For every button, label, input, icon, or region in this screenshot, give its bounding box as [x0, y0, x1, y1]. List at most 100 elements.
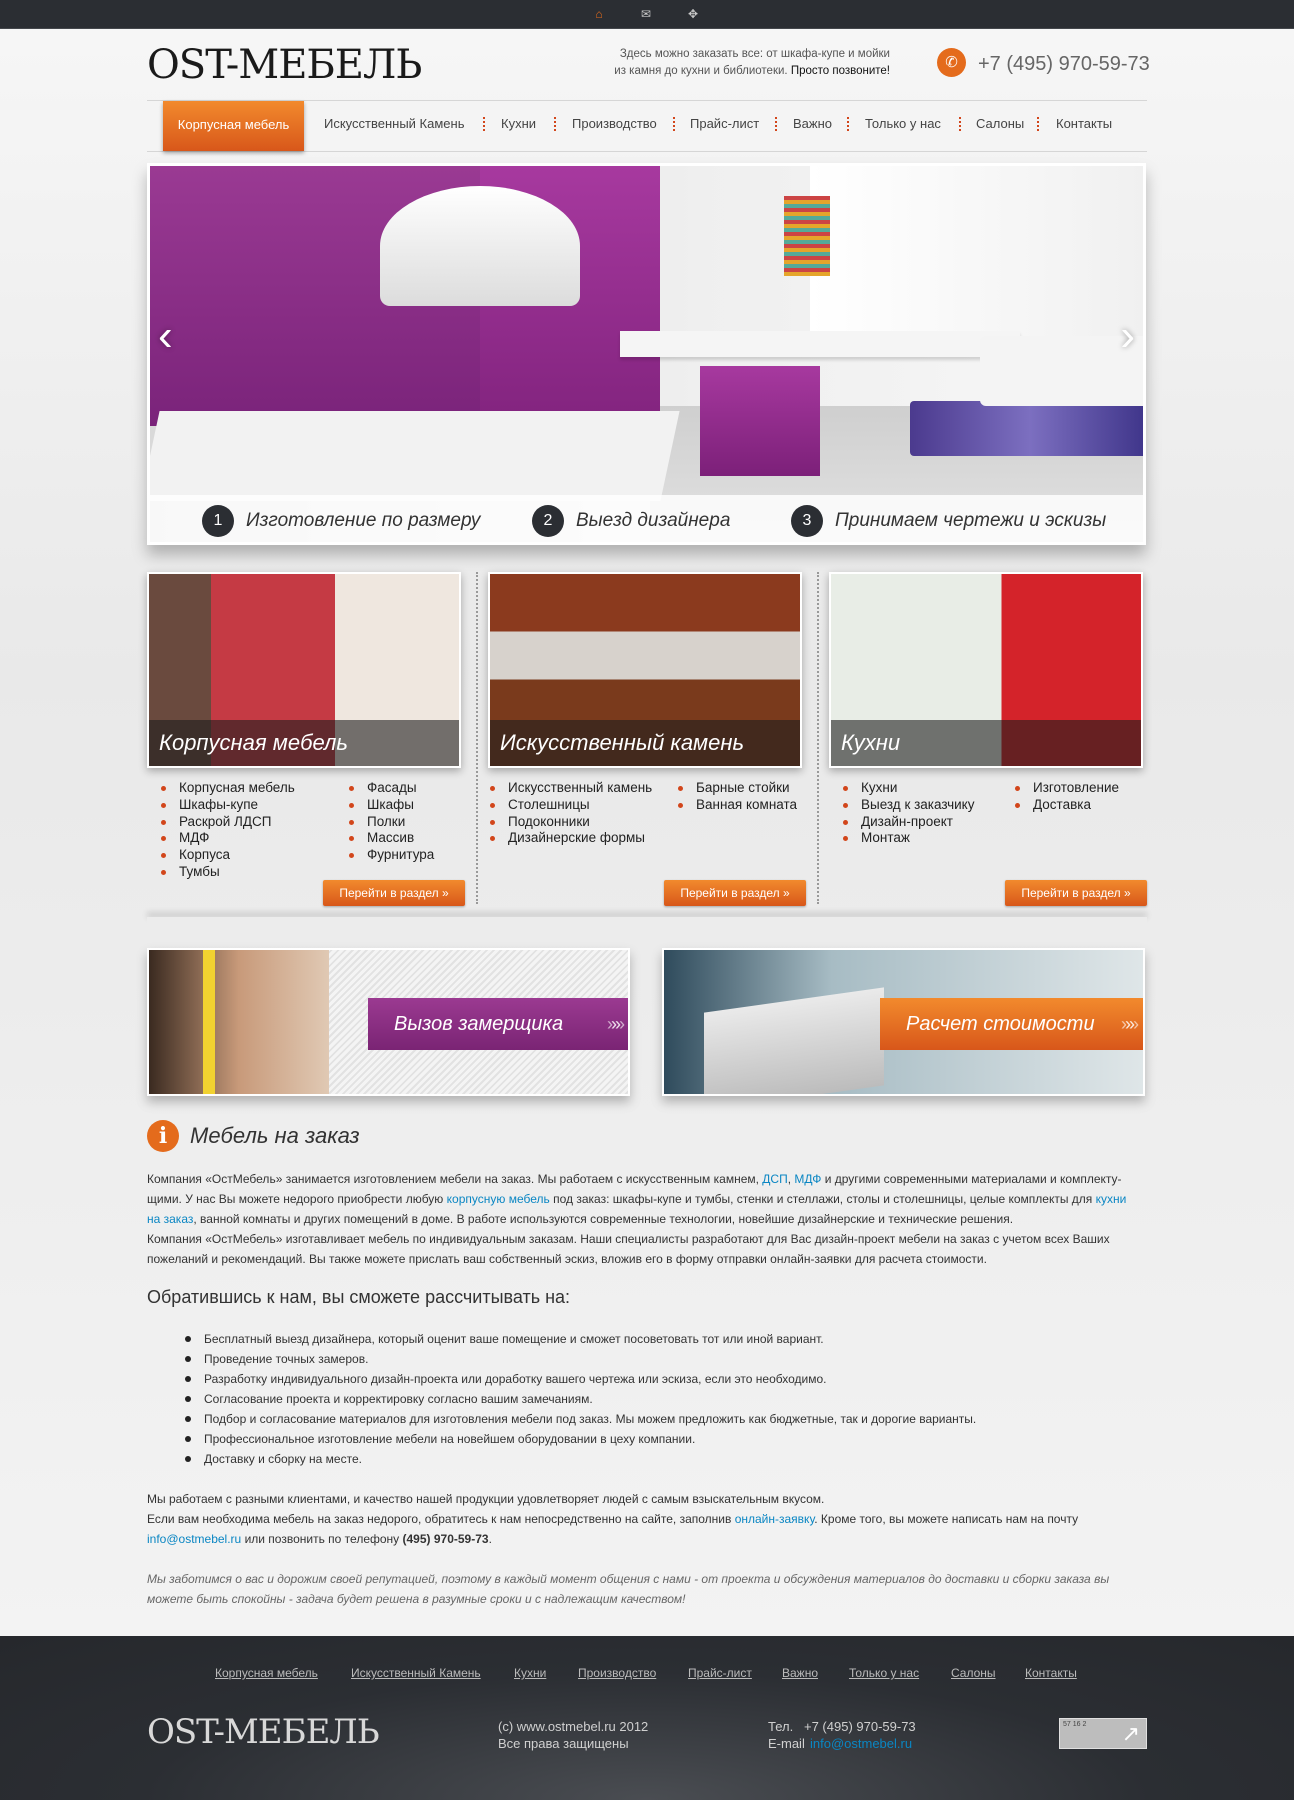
list-item[interactable]: Выезд к заказчику: [841, 797, 974, 814]
list-item[interactable]: Фасады: [347, 780, 434, 797]
list-item[interactable]: Дизайн-проект: [841, 814, 974, 831]
slider-caption-2: 2 Выезд дизайнера: [532, 505, 730, 537]
tel-label: Тел.: [768, 1719, 794, 1734]
caption-number: 2: [532, 505, 564, 537]
list-item[interactable]: Дизайнерские формы: [488, 830, 652, 847]
mdf-link[interactable]: МДФ: [794, 1172, 821, 1186]
online-request-link[interactable]: онлайн-заявку: [735, 1512, 815, 1526]
list-item[interactable]: Корпусная мебель: [159, 780, 295, 797]
list-item[interactable]: Столешницы: [488, 797, 652, 814]
list-item[interactable]: Шкафы: [347, 797, 434, 814]
section-list-col2: Барные стойки Ванная комната: [676, 780, 797, 814]
list-item[interactable]: Искусственный камень: [488, 780, 652, 797]
dsp-link[interactable]: ДСП: [762, 1172, 787, 1186]
section-list-col2: Изготовление Доставка: [1013, 780, 1119, 814]
header-phone: +7 (495) 970-59-73: [978, 53, 1150, 75]
nav-item-price[interactable]: Прайс-лист: [690, 116, 759, 131]
go-section-button[interactable]: Перейти в раздел »: [323, 880, 465, 906]
section-list-col1: Искусственный камень Столешницы Подоконн…: [488, 780, 652, 847]
list-item[interactable]: Корпуса: [159, 847, 295, 864]
footer-nav-vazhno[interactable]: Важно: [782, 1666, 818, 1680]
list-item[interactable]: Шкафы-купе: [159, 797, 295, 814]
sitemap-icon[interactable]: ✥: [686, 8, 700, 20]
list-item[interactable]: Фурнитура: [347, 847, 434, 864]
measurer-label[interactable]: Вызов замерщика »»»: [368, 998, 628, 1050]
cost-label[interactable]: Расчет стоимости »»»: [880, 998, 1143, 1050]
banner-photo-man: [149, 950, 329, 1094]
list-item[interactable]: Массив: [347, 830, 434, 847]
slider-next-icon[interactable]: ›: [1120, 314, 1135, 358]
list-item[interactable]: Монтаж: [841, 830, 974, 847]
list-item[interactable]: Кухни: [841, 780, 974, 797]
go-section-label: Перейти в раздел: [680, 886, 780, 900]
nav-separator: [483, 117, 485, 131]
nav-item-salony[interactable]: Салоны: [976, 116, 1024, 131]
tel-value: +7 (495) 970-59-73: [804, 1719, 916, 1734]
visit-counter[interactable]: 57 16 2 ↗: [1059, 1718, 1147, 1749]
list-item[interactable]: Полки: [347, 814, 434, 831]
section-image-korpusnaya[interactable]: Корпусная мебель: [147, 572, 461, 768]
cost-banner[interactable]: Расчет стоимости »»»: [662, 948, 1145, 1096]
footer-nav-tolko[interactable]: Только у нас: [849, 1666, 919, 1680]
list-item[interactable]: Барные стойки: [676, 780, 797, 797]
list-item[interactable]: Изготовление: [1013, 780, 1119, 797]
kitchen-link[interactable]: кухни: [1096, 1192, 1127, 1206]
email-link[interactable]: info@ostmebel.ru: [147, 1532, 241, 1546]
slide-rug: [910, 401, 1143, 456]
paragraph-line: Компания «ОстМебель» изготавливает мебел…: [147, 1232, 1110, 1246]
slide-lamp: [380, 186, 580, 306]
caption-text: Выезд дизайнера: [576, 510, 731, 531]
section-image-kuhni[interactable]: Кухни: [829, 572, 1143, 768]
header-tagline: Здесь можно заказать все: от шкафа-купе …: [430, 46, 890, 80]
go-section-button[interactable]: Перейти в раздел »: [664, 880, 806, 906]
footer-nav-korpusnaya[interactable]: Корпусная мебель: [215, 1666, 318, 1680]
footer-logo[interactable]: OST-МЕБЕЛЬ: [147, 1712, 380, 1752]
slider-caption-1: 1 Изготовление по размеру: [202, 505, 480, 537]
mail-icon[interactable]: ✉: [639, 8, 653, 20]
go-section-label: Перейти в раздел: [1021, 886, 1121, 900]
nav-item-kuhni[interactable]: Кухни: [501, 116, 536, 131]
nav-item-vazhno[interactable]: Важно: [793, 116, 832, 131]
list-item[interactable]: Тумбы: [159, 864, 295, 881]
slide-counter: [150, 411, 680, 501]
footer-nav-salony[interactable]: Салоны: [951, 1666, 996, 1680]
home-icon[interactable]: ⌂: [592, 8, 606, 20]
text: . Кроме того, вы можете написать нам на …: [814, 1512, 1079, 1526]
paragraph-line: Мы работаем с разными клиентами, и качес…: [147, 1492, 825, 1506]
nav-item-kontakty[interactable]: Контакты: [1056, 116, 1112, 131]
footer-nav-kamen[interactable]: Искусственный Камень: [351, 1666, 481, 1680]
kitchen-link-cont[interactable]: на заказ: [147, 1212, 193, 1226]
slider-prev-icon[interactable]: ‹: [158, 314, 173, 358]
text: Компания «ОстМебель» занимается изготовл…: [147, 1172, 763, 1186]
top-bar: ⌂ ✉ ✥: [0, 0, 1294, 29]
cost-label-text: Расчет стоимости: [906, 1013, 1095, 1035]
footer-nav-kontakty[interactable]: Контакты: [1025, 1666, 1077, 1680]
list-item: Проведение точных замеров.: [185, 1349, 976, 1369]
nav-item-proizvodstvo[interactable]: Производство: [572, 116, 657, 131]
go-section-button[interactable]: Перейти в раздел »: [1005, 880, 1147, 906]
section-list-col2: Фасады Шкафы Полки Массив Фурнитура: [347, 780, 434, 864]
measurer-banner[interactable]: Вызов замерщика »»»: [147, 948, 630, 1096]
list-item[interactable]: Ванная комната: [676, 797, 797, 814]
text: Если вам необходима мебель на заказ недо…: [147, 1512, 735, 1526]
tagline-line1: Здесь можно заказать все: от шкафа-купе …: [619, 48, 890, 60]
section-title: Корпусная мебель: [149, 720, 459, 766]
list-item[interactable]: МДФ: [159, 830, 295, 847]
list-item[interactable]: Раскрой ЛДСП: [159, 814, 295, 831]
footer-email-link[interactable]: info@ostmebel.ru: [810, 1736, 912, 1751]
nav-item-korpusnaya[interactable]: Корпусная мебель: [163, 101, 304, 151]
site-logo[interactable]: OST-МЕБЕЛЬ: [147, 42, 422, 88]
nav-item-tolko[interactable]: Только у нас: [865, 116, 941, 131]
list-item: Подбор и согласование материалов для изг…: [185, 1409, 976, 1429]
footer-nav-kuhni[interactable]: Кухни: [514, 1666, 546, 1680]
contact-phone: (495) 970-59-73: [402, 1532, 489, 1546]
copyright-text: (c) www.ostmebel.ru 2012: [498, 1719, 649, 1734]
korpusnaya-link[interactable]: корпусную мебель: [447, 1192, 550, 1206]
nav-item-kamen[interactable]: Искусственный Камень: [324, 116, 464, 131]
footer-nav-proizvodstvo[interactable]: Производство: [578, 1666, 656, 1680]
list-item[interactable]: Доставка: [1013, 797, 1119, 814]
footer-nav-price[interactable]: Прайс-лист: [688, 1666, 752, 1680]
nav-separator: [554, 117, 556, 131]
section-image-kamen[interactable]: Искусственный камень: [488, 572, 802, 768]
list-item[interactable]: Подоконники: [488, 814, 652, 831]
